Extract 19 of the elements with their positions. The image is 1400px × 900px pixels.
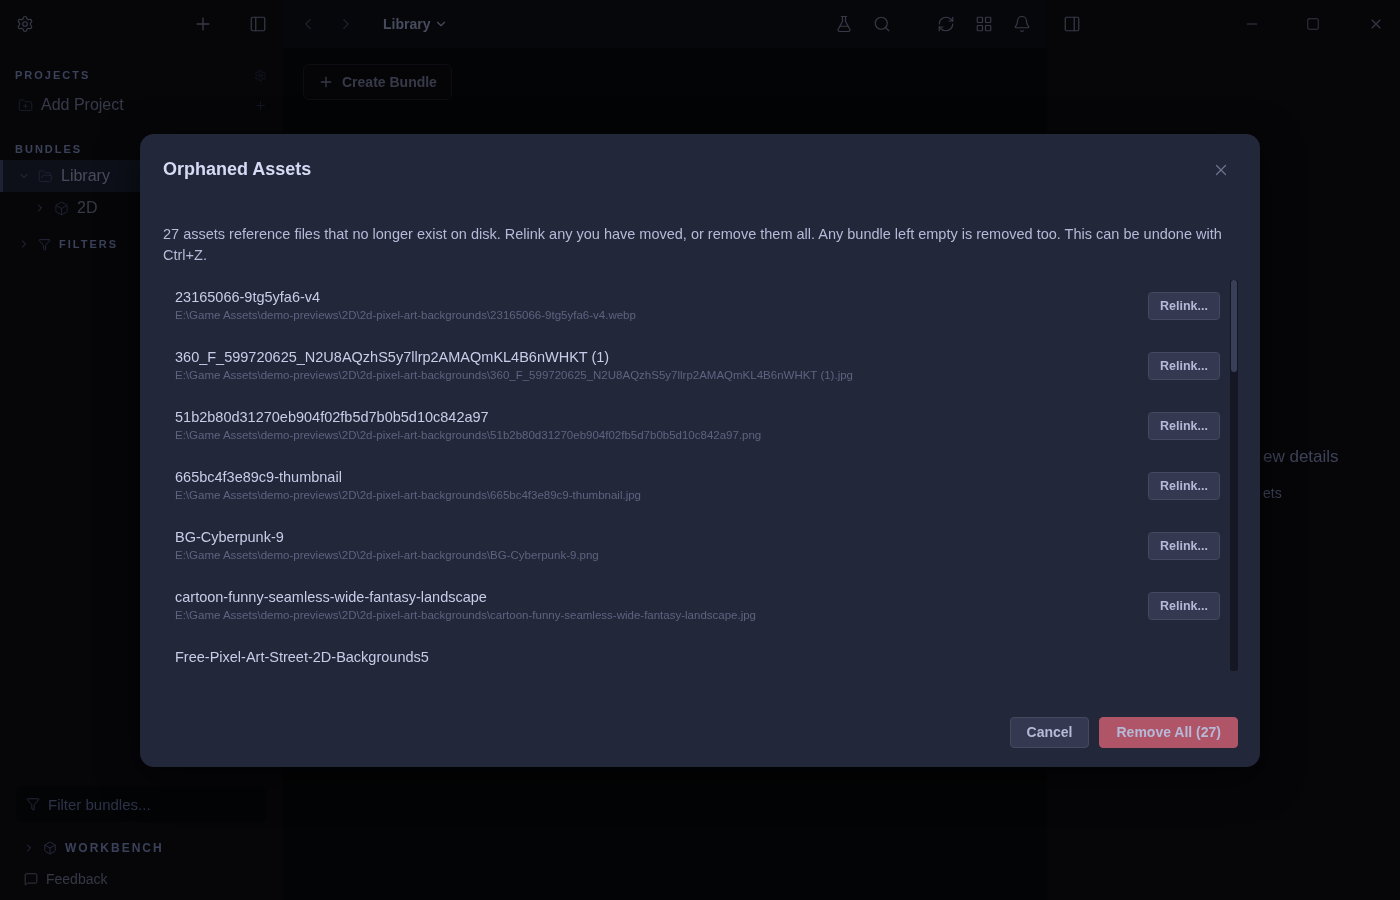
asset-path: E:\Game Assets\demo-previews\2D\2d-pixel-art-backgrounds\51b2b80d31270eb904f02fb5d7b0b5d10c842a97.png	[175, 428, 763, 441]
hint-text: ew details	[1263, 447, 1339, 467]
asset-path: E:\Game Assets\demo-previews\2D\2d-pixel-art-backgrounds\23165066-9tg5yfa6-v4.webp	[175, 308, 637, 321]
asset-path: E:\Game Assets\demo-previews\2D\2d-pixel-art-backgrounds\665bc4f3e89c9-thumbnail.jpg	[175, 488, 642, 501]
asset-name: Free-Pixel-Art-Street-2D-Backgrounds5	[175, 648, 430, 665]
dialog-title: Orphaned Assets	[163, 159, 312, 180]
hint-text: ets	[1263, 485, 1282, 501]
asset-name: 665bc4f3e89c9-thumbnail	[175, 468, 343, 485]
asset-name: 23165066-9tg5yfa6-v4	[175, 288, 322, 305]
asset-path: E:\Game Assets\demo-previews\2D\2d-pixel-art-backgrounds\cartoon-funny-seamless-wide-fantasy-landscape.jpg	[175, 608, 757, 621]
dialog-message: 27 assets reference files that no longer exist on disk. Relink any you have moved, or remove them all. Any bundle left empty is removed too. This can be undone with Ctrl+Z.	[163, 224, 1223, 265]
asset-path: E:\Game Assets\demo-previews\2D\2d-pixel-art-backgrounds\BG-Cyberpunk-9.png	[175, 548, 600, 561]
section-title: BUNDLES	[15, 143, 83, 155]
asset-path: E:\Game Assets\demo-previews\2D\2d-pixel-art-backgrounds\360_F_599720625_N2U8AQzhS5y7llrp2AMAQmKL4B6nWHKT (1).jpg	[175, 368, 854, 381]
asset-name: 51b2b80d31270eb904f02fb5d7b0b5d10c842a97	[175, 408, 490, 425]
section-title: PROJECTS	[15, 69, 91, 81]
asset-name: 360_F_599720625_N2U8AQzhS5y7llrp2AMAQmKL4B6nWHKT (1)	[175, 348, 611, 365]
asset-name: cartoon-funny-seamless-wide-fantasy-landscape	[175, 588, 488, 605]
asset-name: BG-Cyberpunk-9	[175, 528, 285, 545]
